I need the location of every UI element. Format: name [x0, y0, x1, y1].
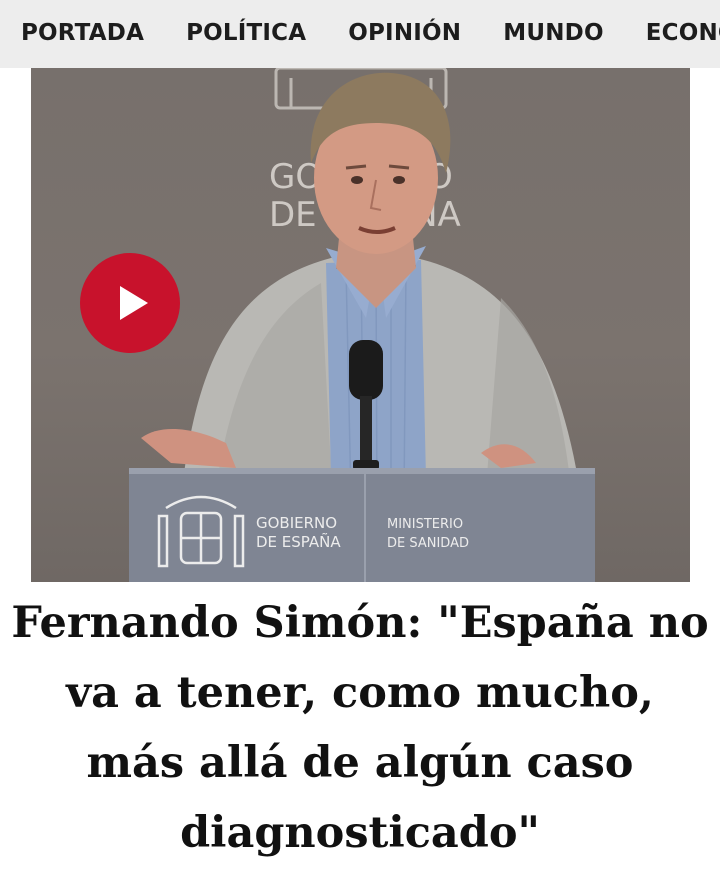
lectern-left-line1: GOBIERNO [256, 514, 337, 532]
play-button[interactable] [80, 253, 180, 353]
lectern-right-line2: DE SANIDAD [387, 536, 469, 551]
nav-item-politica[interactable]: POLÍTICA [186, 20, 306, 46]
lectern-right-line1: MINISTERIO [387, 517, 463, 532]
nav-item-portada[interactable]: PORTADA [21, 20, 144, 46]
nav-item-mundo[interactable]: MUNDO [503, 20, 603, 46]
section-nav: PORTADA POLÍTICA OPINIÓN MUNDO ECONOMÍA [0, 0, 720, 68]
play-icon [120, 286, 148, 320]
nav-item-economia[interactable]: ECONOMÍA [646, 20, 720, 46]
nav-item-opinion[interactable]: OPINIÓN [348, 20, 461, 46]
section-nav-list: PORTADA POLÍTICA OPINIÓN MUNDO ECONOMÍA [21, 20, 720, 46]
article-headline[interactable]: Fernando Simón: "España no va a tener, c… [10, 588, 710, 868]
lectern-left-line2: DE ESPAÑA [256, 532, 341, 551]
lectern: GOBIERNO DE ESPAÑA MINISTERIO DE SANIDAD [129, 468, 595, 582]
